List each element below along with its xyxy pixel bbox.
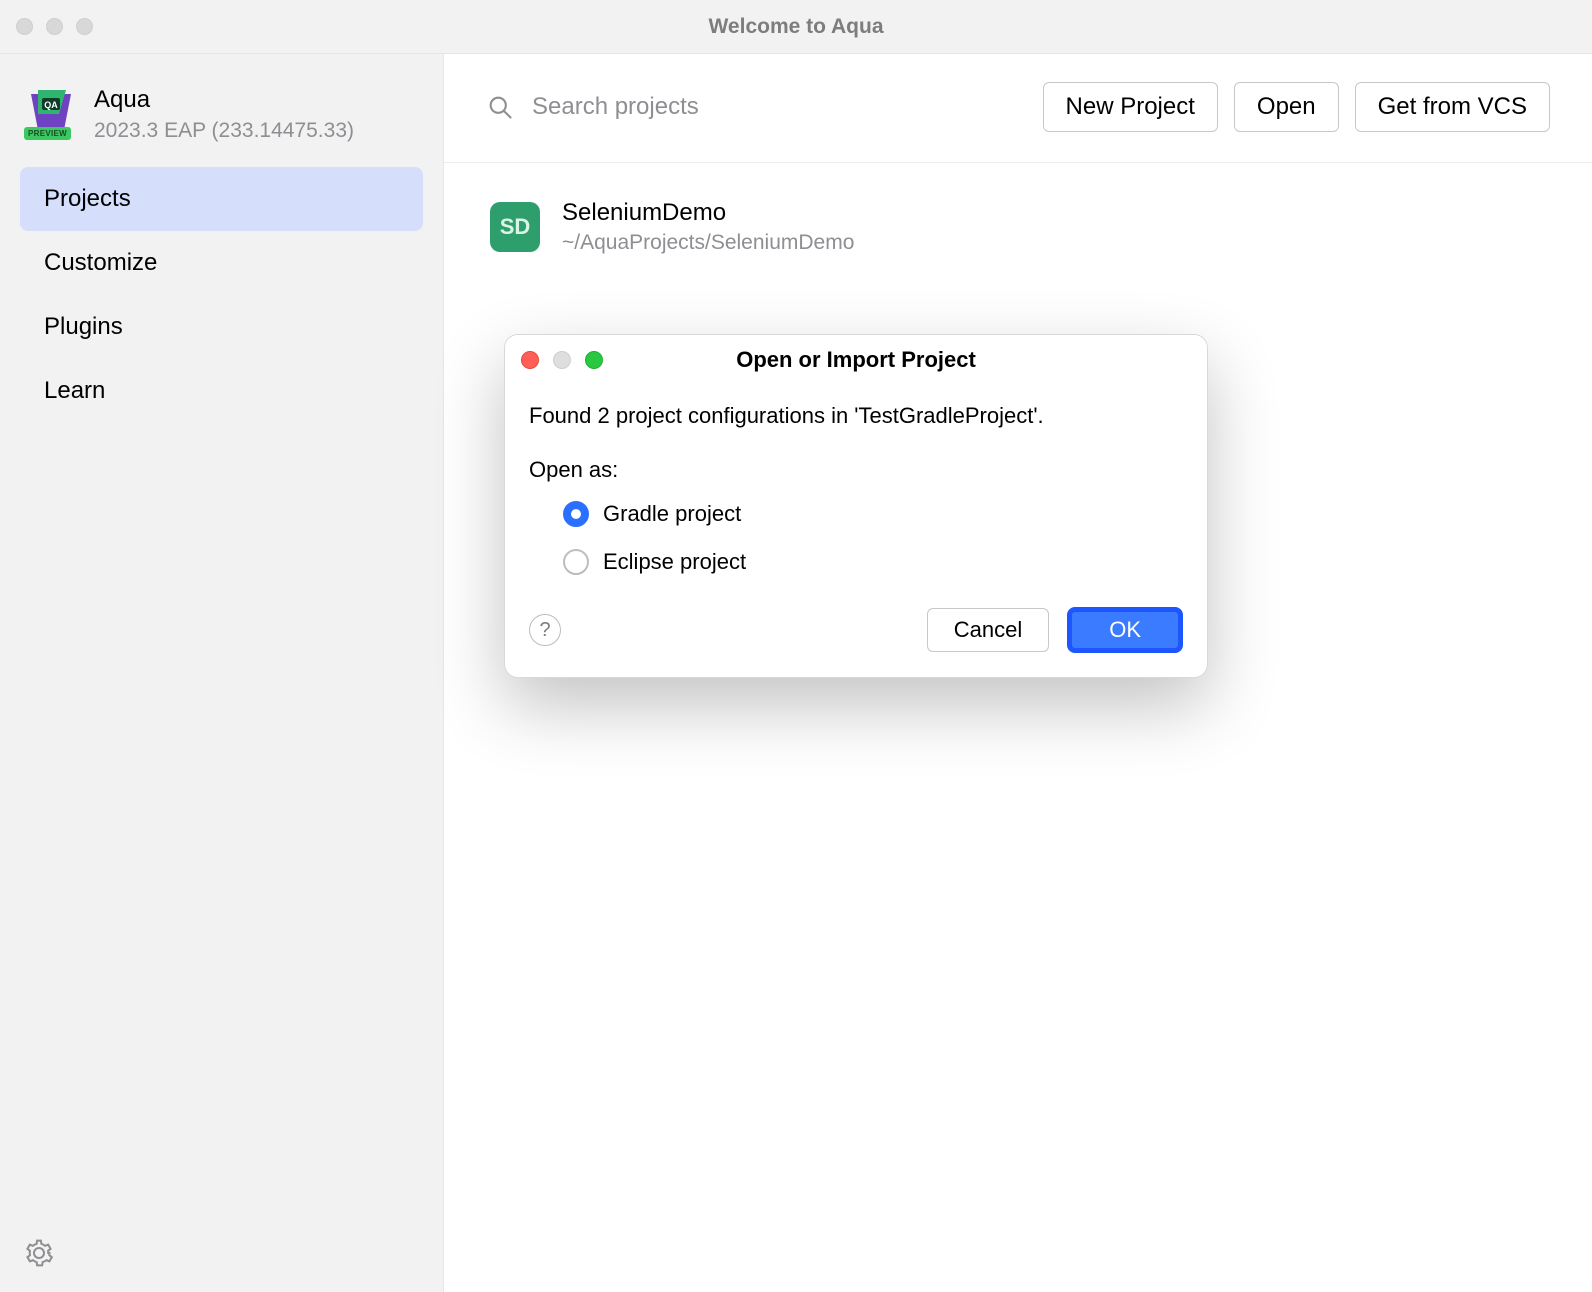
new-project-button[interactable]: New Project — [1043, 82, 1218, 132]
ok-button[interactable]: OK — [1067, 607, 1183, 653]
help-icon: ? — [539, 619, 550, 642]
project-path: ~/AquaProjects/SeleniumDemo — [562, 231, 854, 255]
search-input[interactable] — [532, 93, 1027, 121]
project-avatar: SD — [490, 202, 540, 252]
sidebar-item-projects[interactable]: Projects — [20, 167, 423, 231]
settings-button[interactable] — [24, 1238, 54, 1268]
window-minimize-icon[interactable] — [46, 18, 63, 35]
radio-gradle-project[interactable]: Gradle project — [563, 501, 1183, 527]
sidebar-item-customize[interactable]: Customize — [20, 231, 423, 295]
window-zoom-icon[interactable] — [76, 18, 93, 35]
dialog-minimize-icon — [553, 351, 571, 369]
product-version: 2023.3 EAP (233.14475.33) — [94, 119, 354, 143]
window-title: Welcome to Aqua — [0, 15, 1592, 39]
gear-icon — [24, 1238, 54, 1268]
dialog-zoom-icon[interactable] — [585, 351, 603, 369]
radio-eclipse-project[interactable]: Eclipse project — [563, 549, 1183, 575]
get-from-vcs-button[interactable]: Get from VCS — [1355, 82, 1550, 132]
svg-text:QA: QA — [44, 100, 58, 110]
search-icon — [486, 93, 514, 121]
window-close-icon[interactable] — [16, 18, 33, 35]
open-as-label: Open as: — [529, 457, 1183, 483]
help-button[interactable]: ? — [529, 614, 561, 646]
preview-badge: PREVIEW — [24, 127, 71, 140]
radio-unselected-icon — [563, 549, 589, 575]
project-name: SeleniumDemo — [562, 199, 854, 227]
window-traffic-lights[interactable] — [0, 18, 93, 35]
project-row[interactable]: SD SeleniumDemo ~/AquaProjects/SeleniumD… — [486, 191, 1550, 263]
product-name: Aqua — [94, 86, 354, 115]
dialog-title: Open or Import Project — [505, 347, 1207, 373]
radio-label: Gradle project — [603, 501, 741, 527]
open-button[interactable]: Open — [1234, 82, 1339, 132]
dialog-close-icon[interactable] — [521, 351, 539, 369]
dialog-traffic-lights[interactable] — [505, 351, 603, 369]
radio-label: Eclipse project — [603, 549, 746, 575]
sidebar-item-learn[interactable]: Learn — [20, 359, 423, 423]
open-or-import-dialog: Open or Import Project Found 2 project c… — [504, 334, 1208, 678]
product-icon: QA PREVIEW — [26, 86, 76, 136]
sidebar-item-plugins[interactable]: Plugins — [20, 295, 423, 359]
radio-selected-icon — [563, 501, 589, 527]
dialog-message: Found 2 project configurations in 'TestG… — [529, 403, 1183, 429]
cancel-button[interactable]: Cancel — [927, 608, 1049, 652]
